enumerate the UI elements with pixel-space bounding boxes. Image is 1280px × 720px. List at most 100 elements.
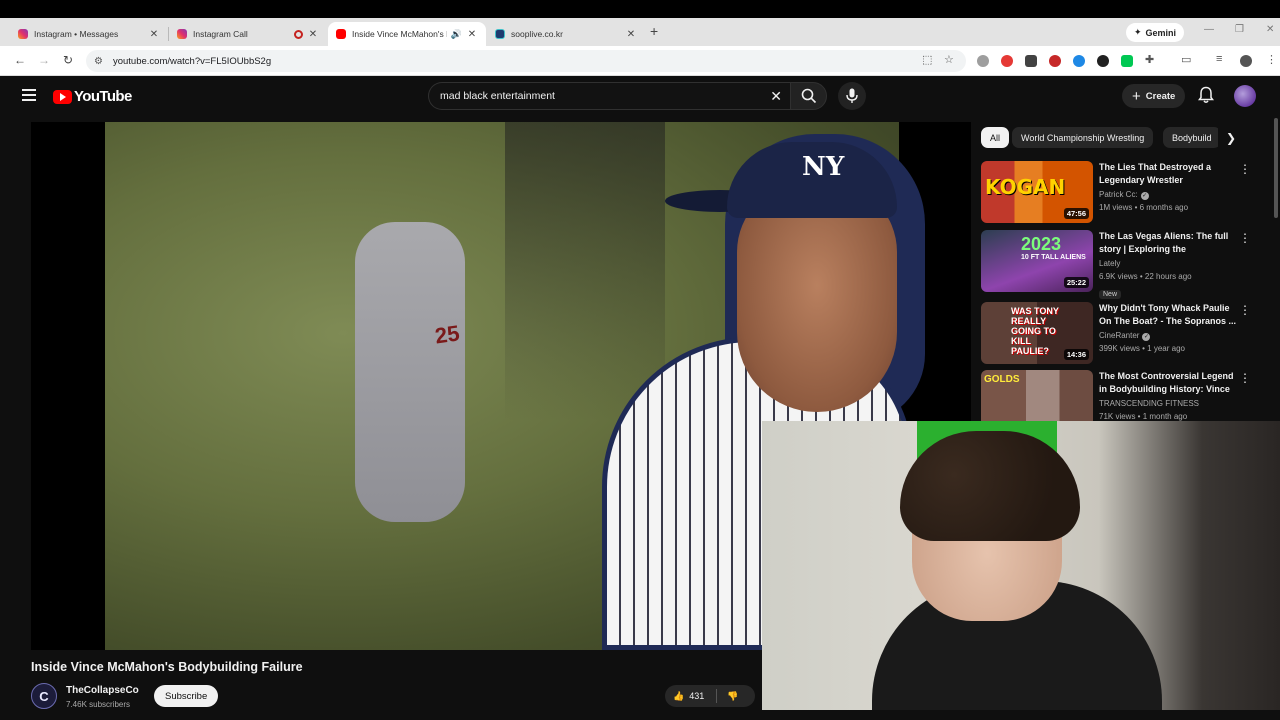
subscriber-count: 7.46K subscribers — [66, 700, 131, 709]
tab-label: Instagram • Messages — [34, 29, 119, 39]
window-close-icon[interactable]: ✕ — [1266, 24, 1274, 35]
more-options-icon[interactable]: ⋮ — [1239, 371, 1251, 385]
thumbs-up-icon[interactable]: 👍 — [673, 691, 684, 702]
duration-badge: 25:22 — [1063, 277, 1089, 288]
extension-icon[interactable] — [1073, 55, 1085, 67]
reload-icon[interactable]: ↻ — [60, 53, 76, 67]
close-icon[interactable]: ✕ — [148, 29, 160, 40]
recommendation-stats: 6.9K views • 22 hours ago — [1099, 272, 1192, 281]
recommendation-channel[interactable]: Patrick Cc: ✓ — [1099, 190, 1149, 200]
soop-icon — [495, 29, 505, 39]
youtube-wordmark: YouTube — [74, 88, 132, 105]
recommendation-channel[interactable]: TRANSCENDING FITNESS — [1099, 399, 1199, 408]
voice-search-button[interactable] — [838, 82, 866, 110]
extension-icon[interactable] — [1049, 55, 1061, 67]
channel-label: Lately — [1099, 259, 1121, 268]
video-thumbnail[interactable]: WAS TONY REALLY GOING TO KILL PAULIE? 14… — [981, 302, 1093, 364]
tab-instagram-call[interactable]: Instagram Call ✕ — [169, 22, 327, 46]
channel-label: Patrick Cc: — [1099, 190, 1138, 199]
close-icon[interactable]: ✕ — [307, 29, 319, 40]
chevron-right-icon[interactable]: ❯ — [1226, 131, 1236, 145]
duration-badge: 47:56 — [1063, 208, 1089, 219]
more-options-icon[interactable]: ⋮ — [1239, 303, 1251, 317]
create-button[interactable]: + Create — [1122, 84, 1186, 108]
recommendation-channel[interactable]: Lately — [1099, 259, 1120, 268]
chip-clip: Bodybuild — [1163, 127, 1218, 148]
site-settings-icon[interactable]: ⚙ — [94, 56, 103, 67]
youtube-icon — [336, 29, 346, 39]
thumbnail-text: GOLDS — [984, 374, 1020, 385]
close-icon[interactable]: ✕ — [625, 29, 637, 40]
address-bar[interactable]: ⚙ youtube.com/watch?v=FL5IOUbbS2g — [86, 50, 966, 72]
gemini-button[interactable]: ✦ Gemini — [1126, 23, 1185, 42]
tab-youtube-video[interactable]: Inside Vince McMahon's Bo 🔊 ✕ — [328, 22, 486, 46]
channel-label: CineRanter — [1099, 331, 1140, 340]
user-avatar[interactable] — [1234, 85, 1256, 107]
like-divider — [716, 689, 717, 703]
subscribe-button[interactable]: Subscribe — [154, 685, 219, 707]
recommendation-title[interactable]: The Las Vegas Aliens: The full story | E… — [1099, 230, 1237, 256]
tab-label: Instagram Call — [193, 29, 248, 39]
chip-wcw[interactable]: World Championship Wrestling — [1012, 127, 1154, 148]
clear-search-icon[interactable]: ✕ — [770, 88, 782, 105]
duration-badge: 14:36 — [1063, 349, 1089, 360]
video-title: Inside Vince McMahon's Bodybuilding Fail… — [31, 660, 303, 674]
close-icon[interactable]: ✕ — [466, 29, 478, 40]
tab-sooplive[interactable]: sooplive.co.kr ✕ — [487, 22, 645, 46]
chip-bodybuilding[interactable]: Bodybuild — [1163, 127, 1218, 148]
recommendation-title[interactable]: The Most Controversial Legend in Bodybui… — [1099, 370, 1237, 396]
speaker-icon[interactable]: 🔊 — [451, 29, 462, 40]
recommendation-channel[interactable]: CineRanter ✓ — [1099, 331, 1151, 341]
forward-arrow-icon[interactable]: → — [36, 53, 52, 67]
menu-dots-icon[interactable]: ⋮ — [1266, 53, 1277, 66]
profile-icon[interactable] — [1240, 55, 1252, 67]
channel-avatar[interactable]: C — [31, 683, 57, 709]
webcam-overlay — [762, 421, 1280, 710]
youtube-logo[interactable]: YouTube — [53, 88, 132, 105]
tab-label: Inside Vince McMahon's Bo — [352, 29, 447, 39]
baseball-runner-figure — [355, 222, 465, 522]
new-tab-icon[interactable]: + — [650, 23, 658, 39]
recommendation-title[interactable]: Why Didn't Tony Whack Paulie On The Boat… — [1099, 302, 1237, 328]
restore-icon[interactable]: ❐ — [1235, 24, 1244, 35]
adblock-icon[interactable] — [1001, 55, 1013, 67]
chip-all[interactable]: All — [981, 127, 1010, 148]
extension-icon[interactable] — [1121, 55, 1133, 67]
youtube-play-icon — [53, 89, 72, 104]
scrollbar[interactable] — [1274, 118, 1278, 218]
sparkle-icon: ✦ — [1134, 27, 1142, 37]
tab-instagram-messages[interactable]: Instagram • Messages ✕ — [10, 22, 168, 46]
search-query: mad black entertainment — [440, 90, 555, 102]
more-options-icon[interactable]: ⋮ — [1239, 162, 1251, 176]
browser-tab-strip: Instagram • Messages ✕ Instagram Call ✕ … — [0, 18, 1280, 46]
hamburger-menu-icon[interactable] — [22, 89, 36, 101]
extension-icon[interactable] — [977, 55, 989, 67]
instagram-icon — [18, 29, 28, 39]
bookmark-star-icon[interactable]: ☆ — [944, 53, 954, 66]
tab-search-icon[interactable]: ▭ — [1181, 53, 1191, 66]
recording-icon — [294, 29, 303, 39]
back-arrow-icon[interactable]: ← — [12, 53, 28, 67]
extension-icon[interactable] — [1097, 55, 1109, 67]
reading-list-icon[interactable]: ≡ — [1216, 53, 1222, 65]
search-input[interactable]: mad black entertainment ✕ — [428, 82, 790, 110]
video-thumbnail[interactable]: 2023 10 FT TALL ALIENS 25:22 — [981, 230, 1093, 292]
extension-icon[interactable] — [1025, 55, 1037, 67]
channel-name[interactable]: TheCollapseCo — [66, 685, 139, 696]
puzzle-icon[interactable]: ✚ — [1145, 53, 1154, 66]
thumbnail-text: 2023 — [1021, 234, 1062, 254]
thumbs-down-icon[interactable]: 👎 — [727, 691, 738, 702]
like-count: 431 — [689, 691, 705, 701]
instagram-icon — [177, 29, 187, 39]
create-label: Create — [1145, 90, 1176, 102]
minimize-icon[interactable]: — — [1204, 24, 1214, 35]
thumbnail-text: WAS TONY REALLY GOING TO KILL PAULIE? — [1011, 306, 1059, 356]
more-options-icon[interactable]: ⋮ — [1239, 231, 1251, 245]
search-button[interactable] — [790, 82, 827, 110]
notifications-bell-icon[interactable] — [1198, 86, 1214, 104]
thumbnail-text: KOGAN — [985, 175, 1066, 199]
video-thumbnail[interactable]: KOGAN 47:56 — [981, 161, 1093, 223]
install-icon[interactable]: ⬚ — [922, 53, 932, 66]
verified-icon: ✓ — [1140, 192, 1149, 200]
recommendation-title[interactable]: The Lies That Destroyed a Legendary Wres… — [1099, 161, 1237, 187]
